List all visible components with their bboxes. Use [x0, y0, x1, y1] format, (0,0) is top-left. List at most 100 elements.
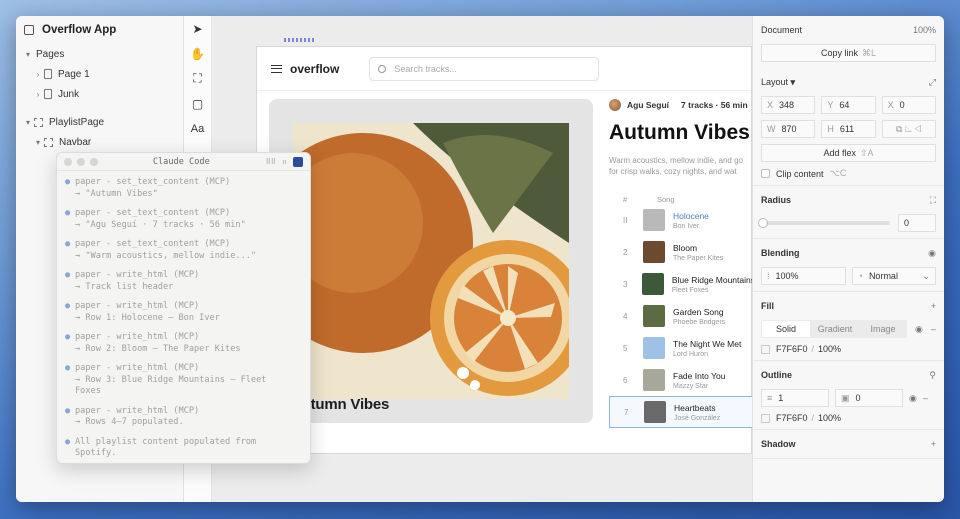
playlist-info: Agu Seguí 7 tracks · 56 min Autumn Vibes… [609, 99, 755, 428]
layer-navbar[interactable]: ▾ Navbar [16, 132, 183, 152]
log-command: paper - set_text_content (MCP) [75, 239, 231, 249]
slider-knob[interactable] [758, 218, 768, 228]
track-row[interactable]: II Holocene Bon Iver [609, 204, 755, 236]
zoom-level[interactable]: 100% [913, 25, 936, 35]
eye-icon[interactable]: ◉ [928, 248, 936, 259]
claude-code-titlebar[interactable]: Claude Code ⠿⠿ ⠶ [57, 153, 310, 171]
log-detail: → "Autumn Vibes" [75, 188, 158, 199]
corner-icon[interactable]: ⛶ [930, 195, 936, 206]
track-row[interactable]: 2 Bloom The Paper Kites [609, 236, 755, 268]
fill-color-row[interactable]: F7F6F0/100% [761, 344, 936, 354]
chevron-down-icon[interactable]: ▾ [791, 77, 796, 87]
blend-mode-value: Normal [868, 271, 898, 281]
track-row[interactable]: 6 Fade Into You Mazzy Star [609, 364, 755, 396]
radius-field[interactable]: 0 [898, 214, 936, 232]
tab-gradient[interactable]: Gradient [811, 324, 859, 334]
track-row[interactable]: 7 Heartbeats José González [609, 396, 755, 428]
bullet-icon: ● [65, 239, 71, 249]
playlist-page-frame[interactable]: overflow Search tracks... Autumn Vibes A… [256, 46, 755, 454]
radius-section: Radius ⛶ 0 [753, 186, 944, 239]
maximize-button[interactable] [90, 157, 98, 166]
layer-playlist-page[interactable]: ▾ PlaylistPage [16, 112, 183, 132]
track-artist: Phoebe Bridgers [673, 318, 726, 326]
settings-icon[interactable]: ⚲ [929, 370, 936, 381]
expand-icon[interactable]: ⤢ [929, 77, 936, 88]
page-item-junk[interactable]: › Junk [16, 84, 183, 104]
app-badge-icon[interactable] [293, 156, 303, 167]
minimize-button[interactable] [77, 157, 85, 166]
claude-code-log: ● paper - set_text_content (MCP) → "Autumn… [57, 171, 310, 474]
outline-label: Outline [761, 370, 792, 380]
pointer-tool-icon[interactable]: ➤ [184, 16, 211, 41]
app-title-bar[interactable]: Overflow App [16, 16, 183, 44]
column-song: Song [657, 195, 675, 204]
add-icon[interactable]: + [931, 439, 936, 449]
hand-tool-icon[interactable]: ✋ [184, 41, 211, 66]
radius-slider[interactable] [758, 218, 890, 228]
add-flex-button[interactable]: Add flex ⇧A [761, 144, 936, 162]
text-tool-icon[interactable]: Aa [184, 116, 211, 141]
shortcut-hint: ⌥C [829, 168, 847, 178]
brand-logo[interactable]: overflow [290, 62, 339, 76]
page-item-page-1[interactable]: › Page 1 [16, 64, 183, 84]
x-field[interactable]: X 348 [761, 96, 816, 114]
track-artist: Bon Iver [673, 222, 700, 230]
remove-icon[interactable]: – [923, 393, 928, 403]
log-entry: ● paper - set_text_content (MCP) → "Warm a… [65, 239, 302, 262]
outline-radius-value: 0 [855, 393, 861, 403]
shortcut-hint: ⌘L [862, 47, 877, 58]
color-swatch[interactable] [761, 344, 770, 354]
shortcut-hint: ⇧A [859, 147, 874, 158]
author-name[interactable]: Agu Seguí [627, 100, 669, 110]
remove-icon[interactable]: – [931, 324, 936, 334]
outline-color-row[interactable]: F7F6F0/100% [761, 413, 936, 423]
eye-icon[interactable]: ◉ [909, 393, 917, 404]
dots-icon[interactable]: ⠶ [282, 158, 287, 166]
frame-tool-icon[interactable]: ⛶ [184, 66, 211, 91]
opacity-field[interactable]: ⁞ 100% [761, 267, 846, 285]
tab-image[interactable]: Image [859, 324, 907, 334]
checkbox[interactable] [761, 169, 770, 178]
track-thumbnail [643, 369, 665, 391]
frame-icon [44, 137, 53, 147]
copy-link-button[interactable]: Copy link ⌘L [761, 44, 936, 62]
log-entry: ● paper - write_html (MCP) → Row 3: Blue R… [65, 363, 302, 398]
eye-icon[interactable]: ◉ [915, 324, 923, 335]
track-list-header: # Song [609, 195, 755, 204]
rectangle-tool-icon[interactable]: ▢ [184, 91, 211, 116]
constraint-buttons[interactable]: ⧉ ◺ ◁ [881, 120, 936, 138]
outline-width-field[interactable]: ≡ 1 [761, 389, 829, 407]
outline-radius-field[interactable]: ▣ 0 [835, 389, 903, 407]
inspector-panel: Document 100% Copy link ⌘L Layout ▾ ⤢ X 348 … [752, 16, 944, 502]
track-artist: José González [674, 414, 721, 422]
search-input[interactable]: Search tracks... [369, 56, 600, 81]
track-row[interactable]: 3 Blue Ridge Mountains Fleet Foxes [609, 268, 755, 300]
search-icon [378, 64, 387, 73]
chevron-down-icon: ▾ [25, 49, 30, 59]
chevron-down-icon: ⌄ [922, 270, 930, 281]
pages-section[interactable]: ▾ Pages [16, 44, 183, 64]
track-artist: Lord Huron [673, 350, 709, 358]
width-field[interactable]: W 870 [761, 120, 816, 138]
tab-solid[interactable]: Solid [762, 321, 810, 337]
clip-content-checkbox[interactable]: Clip content ⌥C [761, 168, 936, 179]
grid-icon[interactable]: ⠿⠿ [266, 158, 276, 166]
y-field[interactable]: Y 64 [821, 96, 876, 114]
selection-handle [284, 38, 316, 42]
track-row[interactable]: 4 Garden Song Phoebe Bridgers [609, 300, 755, 332]
rotation-field[interactable]: X0 [881, 96, 936, 114]
radius-label: Radius [761, 195, 792, 205]
blend-mode-select[interactable]: ◔ Normal ⌄ [851, 267, 936, 285]
log-command: paper - set_text_content (MCP) [75, 177, 231, 187]
add-flex-label: Add flex [823, 148, 856, 158]
menu-icon[interactable] [271, 64, 282, 73]
color-swatch[interactable] [761, 413, 770, 423]
add-icon[interactable]: + [931, 301, 936, 311]
claude-code-window[interactable]: Claude Code ⠿⠿ ⠶ ● paper - set_text_conte… [56, 152, 311, 464]
track-row[interactable]: 5 The Night We Met Lord Huron [609, 332, 755, 364]
log-command: paper - write_html (MCP) [75, 405, 200, 416]
track-name: Holocene [673, 210, 709, 221]
height-field[interactable]: H 611 [821, 120, 876, 138]
close-button[interactable] [64, 157, 72, 166]
chevron-icon: › [36, 89, 40, 99]
